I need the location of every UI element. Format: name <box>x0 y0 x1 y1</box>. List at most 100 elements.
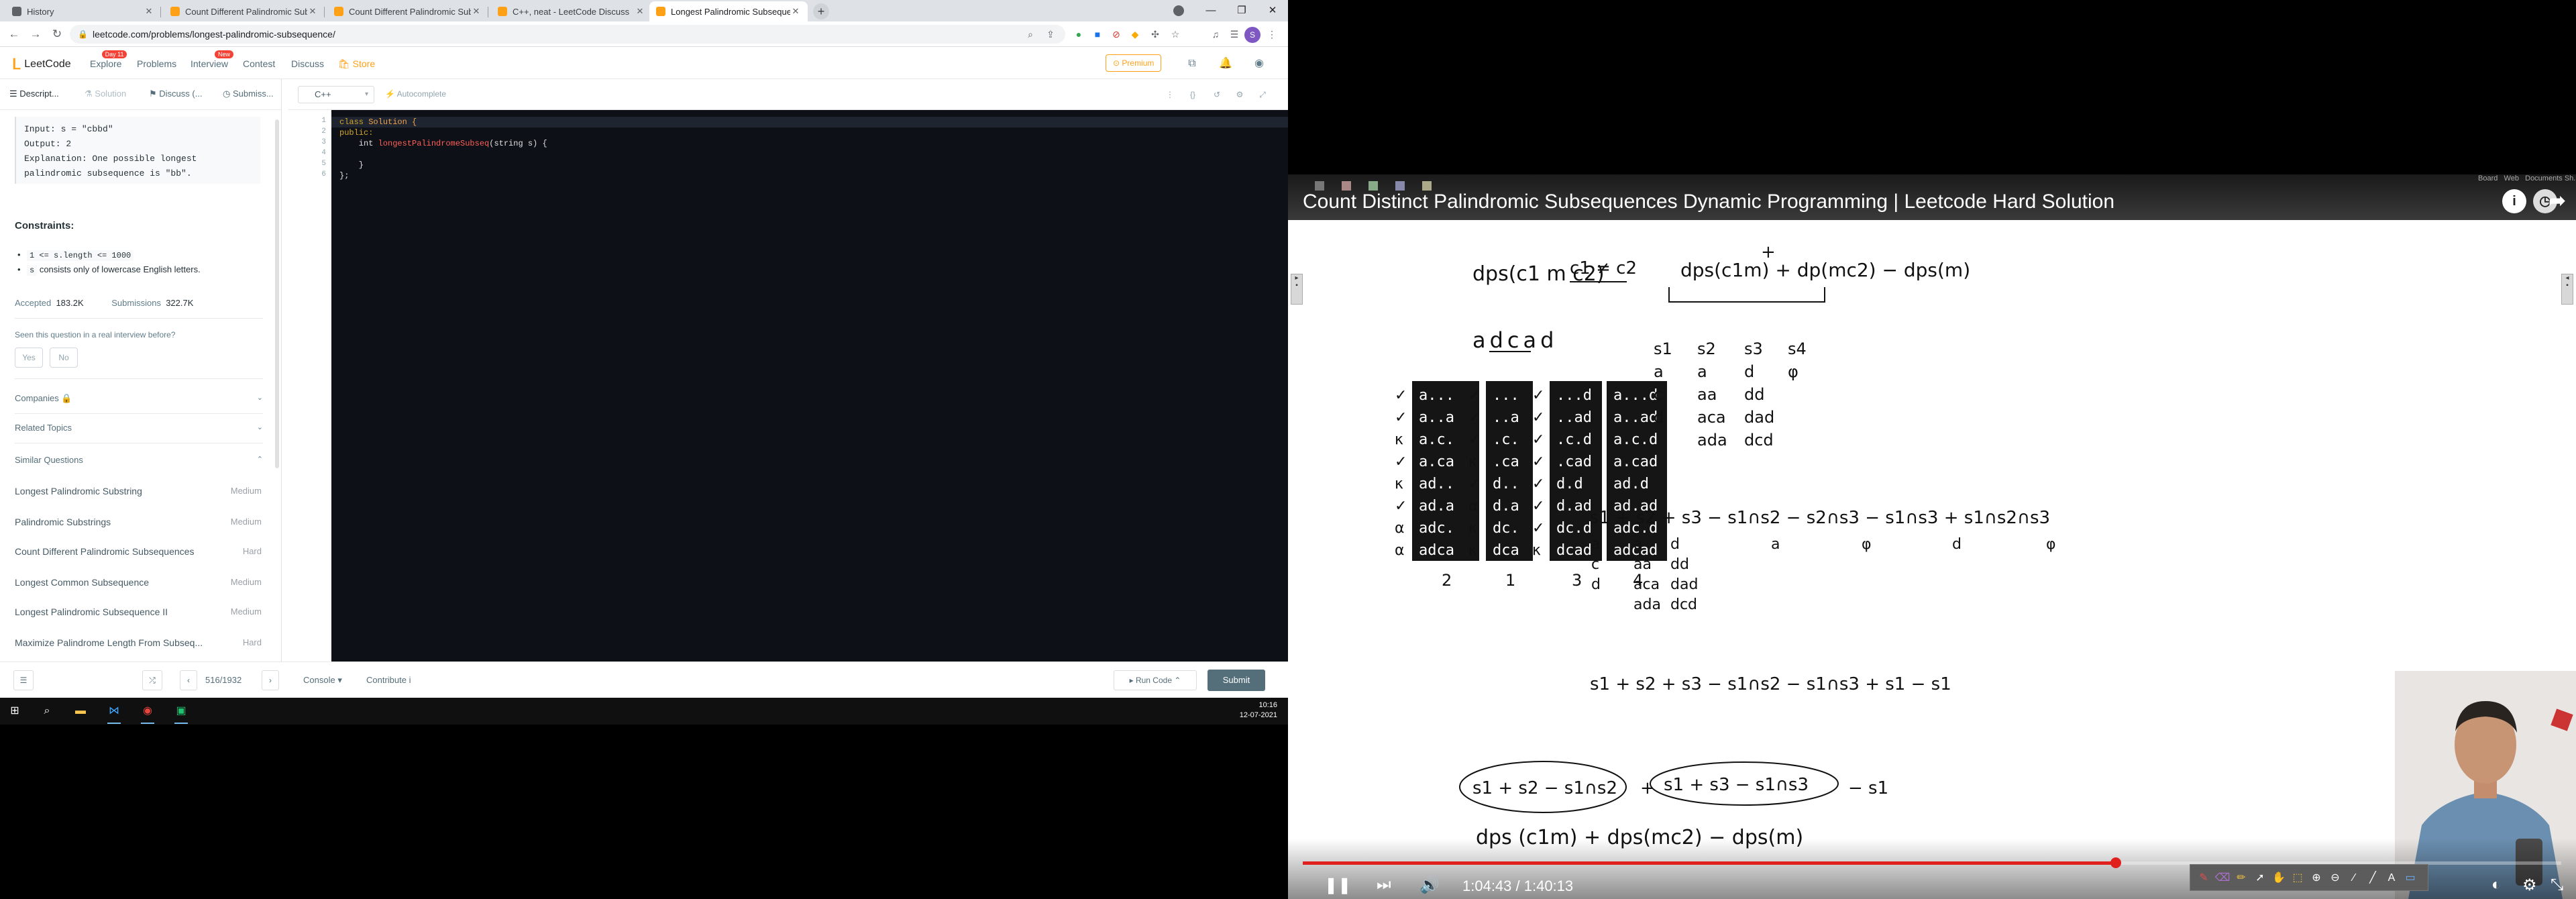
zoom-icon[interactable]: ⌕ <box>1024 28 1037 41</box>
media-icon[interactable]: ♫ <box>1209 28 1222 41</box>
forward-icon[interactable]: → <box>27 25 44 43</box>
related-topics-section[interactable]: Related Topics ⌄ <box>15 423 263 433</box>
close-tab-icon[interactable]: ✕ <box>471 6 482 17</box>
no-button[interactable]: No <box>50 348 78 368</box>
highlighter-icon[interactable]: ✏ <box>2233 870 2249 886</box>
similar-question-row[interactable]: Longest Palindromic Subsequence II Medium <box>15 606 262 617</box>
prev-problem-icon[interactable]: ‹ <box>180 670 197 690</box>
premium-button[interactable]: ⊙ Premium <box>1106 54 1162 72</box>
tab-discuss[interactable]: C++, neat - LeetCode Discuss ✕ <box>491 1 652 21</box>
bookmark-icon[interactable]: ☆ <box>1169 28 1182 41</box>
tab-submissions[interactable]: ◷ Submiss... <box>223 89 274 99</box>
tab-history[interactable]: History ✕ <box>5 1 161 21</box>
yes-button[interactable]: Yes <box>15 348 43 368</box>
video-player[interactable]: Board Web Documents Sh... Count Distinct… <box>1288 174 2576 899</box>
chrome-icon[interactable]: ◉ <box>138 702 157 724</box>
reading-list-icon[interactable]: ☰ <box>1228 28 1241 41</box>
pen-icon[interactable]: ✎ <box>2196 870 2212 886</box>
close-tab-icon[interactable]: ✕ <box>635 6 645 17</box>
more-icon[interactable]: ⋮ <box>1165 89 1175 100</box>
eyedropper-icon[interactable]: ⁄ <box>2346 870 2362 886</box>
next-problem-icon[interactable]: › <box>262 670 279 690</box>
language-select[interactable]: C++ ▾ <box>298 86 374 103</box>
close-tab-icon[interactable]: ✕ <box>790 6 801 17</box>
address-bar[interactable]: 🔒 leetcode.com/problems/longest-palindro… <box>70 25 1065 44</box>
select-icon[interactable]: ⬚ <box>2290 870 2306 886</box>
terminal-icon[interactable]: ▣ <box>172 702 191 724</box>
similar-question-row[interactable]: Longest Palindromic Substring Medium <box>15 486 262 496</box>
user-avatar-icon[interactable]: ◉ <box>1252 56 1267 71</box>
minimize-button[interactable]: — <box>1195 0 1226 21</box>
extension-icon[interactable]: ● <box>1072 28 1085 41</box>
info-icon[interactable]: i <box>2502 189 2526 213</box>
nav-discuss[interactable]: Discuss <box>291 58 324 69</box>
notification-bell-icon[interactable]: 🔔 <box>1218 56 1233 71</box>
nav-store[interactable]: 🛍 Store <box>338 58 375 70</box>
volume-icon[interactable]: 🔊 <box>1419 876 1440 895</box>
video-title[interactable]: Count Distinct Palindromic Subsequences … <box>1303 191 2114 213</box>
similar-question-row[interactable]: Count Different Palindromic Subsequences… <box>15 546 262 557</box>
submit-button[interactable]: Submit <box>1208 670 1265 691</box>
companies-section[interactable]: Companies 🔒 ⌄ <box>15 393 263 404</box>
screen-icon[interactable]: ▭ <box>2402 870 2418 886</box>
run-code-button[interactable]: ▸ Run Code ⌃ <box>1114 670 1197 690</box>
playground-icon[interactable]: ⧉ <box>1185 56 1199 71</box>
similar-question-row[interactable]: Longest Common Subsequence Medium <box>15 577 262 588</box>
file-explorer-icon[interactable]: ▬ <box>71 702 90 721</box>
shuffle-icon[interactable]: ⤮ <box>142 670 162 690</box>
console-button[interactable]: Console ▾ <box>303 675 342 686</box>
tab-count-different-2[interactable]: Count Different Palindromic Subs ✕ <box>327 1 488 21</box>
scrollbar[interactable] <box>275 119 279 468</box>
close-tab-icon[interactable]: ✕ <box>307 6 318 17</box>
contribute-link[interactable]: Contribute i <box>366 675 411 685</box>
similar-question-row[interactable]: Palindromic Substrings Medium <box>15 517 262 527</box>
problem-list-icon[interactable]: ☰ <box>13 670 34 690</box>
system-clock[interactable]: 10:16 12-07-2021 <box>1240 700 1277 721</box>
pointer-icon[interactable]: ➚ <box>2252 870 2268 886</box>
tab-solution[interactable]: ⚗ Solution <box>85 89 126 99</box>
windows-start-icon[interactable]: ⊞ <box>5 702 24 721</box>
eraser-icon[interactable]: ⌫ <box>2214 870 2231 886</box>
extension-icon[interactable]: ■ <box>1091 28 1104 41</box>
nav-contest[interactable]: Contest <box>243 58 275 69</box>
settings-icon[interactable]: ⚙ <box>1234 89 1245 100</box>
leetcode-logo[interactable]: ᒪ LeetCode <box>12 56 71 73</box>
similar-questions-section[interactable]: Similar Questions ⌃ <box>15 455 263 465</box>
nav-interview[interactable]: Interview New <box>191 50 234 69</box>
profile-avatar[interactable]: S <box>1244 27 1260 43</box>
maximize-button[interactable]: ❐ <box>1226 0 1257 21</box>
search-icon[interactable]: ⌕ <box>38 702 56 721</box>
pause-icon[interactable]: ❚❚ <box>1324 876 1351 895</box>
close-window-button[interactable]: ✕ <box>1257 0 1288 21</box>
autoplay-toggle[interactable]: ◐ <box>2491 876 2502 894</box>
zoom-in-icon[interactable]: ⊕ <box>2308 870 2324 886</box>
back-icon[interactable]: ← <box>5 25 23 43</box>
autocomplete-toggle[interactable]: ⚡ Autocomplete <box>385 89 446 99</box>
extension-icon[interactable]: ◆ <box>1128 28 1142 41</box>
text-icon[interactable]: A <box>2383 870 2400 886</box>
code-editor[interactable]: 1 2 3 4 5 6 class Solution { public: int… <box>297 110 1288 662</box>
progress-scrubber[interactable] <box>2110 857 2121 868</box>
fullscreen-icon[interactable]: ⤢ <box>1257 89 1268 100</box>
tab-longest-palindromic[interactable]: Longest Palindromic Subsequence ✕ <box>649 1 808 21</box>
zoom-out-icon[interactable]: ⊖ <box>2327 870 2343 886</box>
extension-icon[interactable]: ⊘ <box>1110 28 1123 41</box>
nav-problems[interactable]: Problems <box>137 58 176 69</box>
new-tab-button[interactable]: + <box>813 3 829 19</box>
extensions-puzzle-icon[interactable]: ✣ <box>1148 28 1162 41</box>
share-icon[interactable]: ➦ <box>2545 189 2569 213</box>
tab-discuss[interactable]: ⚑ Discuss (... <box>149 89 203 99</box>
tab-description[interactable]: ☰ Descript... <box>9 89 59 99</box>
nav-explore[interactable]: Explore Day 11 <box>90 50 127 69</box>
settings-icon[interactable]: ⚙ <box>2522 876 2537 895</box>
reload-icon[interactable]: ↻ <box>48 25 66 43</box>
braces-icon[interactable]: {} <box>1187 89 1198 100</box>
next-icon[interactable]: ⏭ <box>1377 876 1391 894</box>
tab-count-different-1[interactable]: Count Different Palindromic Subs ✕ <box>164 1 325 21</box>
similar-question-row[interactable]: Maximize Palindrome Length From Subseq..… <box>15 637 262 648</box>
exit-fullscreen-icon[interactable]: ⤡ <box>2551 876 2563 894</box>
menu-icon[interactable]: ⋮ <box>1265 28 1279 41</box>
share-icon[interactable]: ⇪ <box>1044 28 1057 41</box>
line-icon[interactable]: ╱ <box>2365 870 2381 886</box>
vscode-icon[interactable]: ⋈ <box>105 702 123 724</box>
